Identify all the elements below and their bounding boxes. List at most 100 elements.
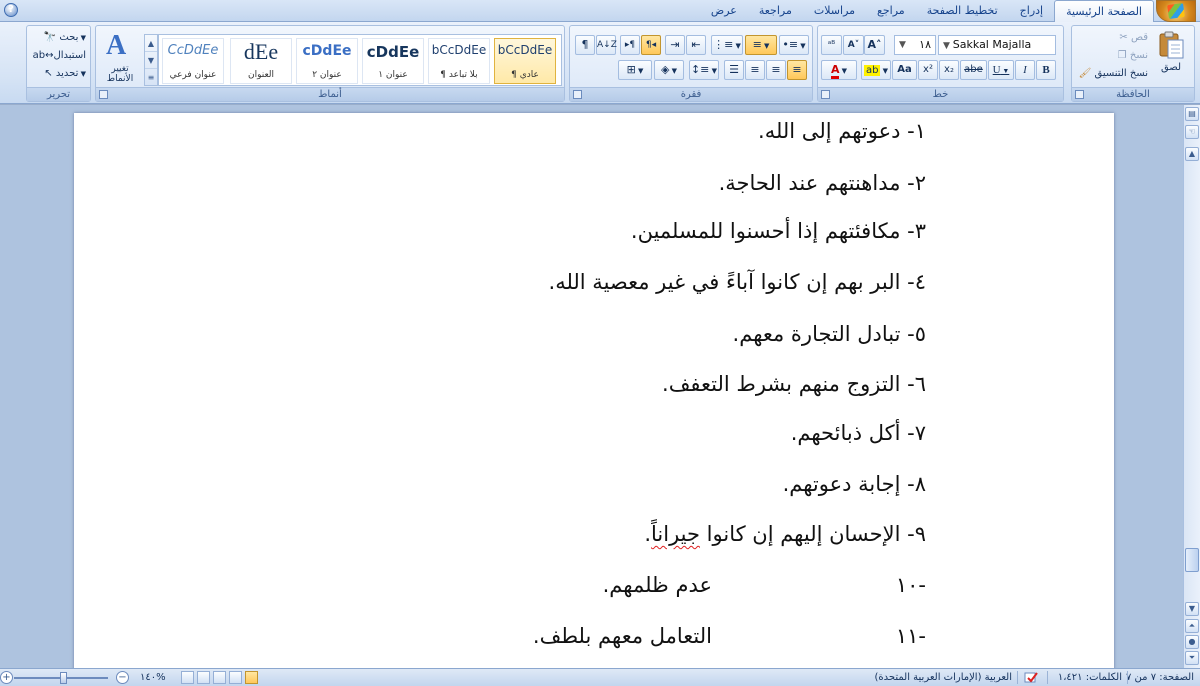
paragraph-dialog-launcher[interactable]: [573, 90, 582, 99]
view-print-layout-icon[interactable]: [245, 671, 258, 684]
underline-button[interactable]: U ▼: [988, 60, 1014, 80]
style-title[interactable]: dEe العنوان: [230, 38, 292, 84]
list-item[interactable]: ٦- التزوج منهم بشرط التعفف.: [662, 372, 926, 396]
font-dialog-launcher[interactable]: [821, 90, 830, 99]
align-right-button[interactable]: ≡: [787, 60, 807, 80]
font-color-button[interactable]: A ▼: [821, 60, 857, 80]
list-item[interactable]: ٢- مداهنتهم عند الحاجة.: [719, 171, 926, 195]
style-subtitle[interactable]: CcDdEe عنوان فرعي: [162, 38, 224, 84]
scroll-up-icon[interactable]: ▲: [1185, 147, 1199, 161]
decrease-indent-button[interactable]: ⇤: [686, 35, 706, 55]
select-browse-object-icon[interactable]: ●: [1185, 635, 1199, 649]
font-size-box[interactable]: ▼ ١٨: [894, 35, 936, 55]
view-draft-icon[interactable]: [181, 671, 194, 684]
tab-page-layout[interactable]: تخطيط الصفحة: [916, 0, 1009, 22]
paintbrush-icon: 🖌: [1078, 68, 1095, 79]
scroll-thumb[interactable]: [1185, 548, 1199, 572]
superscript-button[interactable]: x²: [918, 60, 938, 80]
document-page[interactable]: ١- دعوتهم إلى الله. ٢- مداهنتهم عند الحا…: [74, 113, 1114, 673]
styles-dialog-launcher[interactable]: [99, 90, 108, 99]
zoom-out-icon[interactable]: −: [116, 671, 129, 684]
clear-formatting-button[interactable]: ᵃᴮ: [821, 35, 842, 55]
strikethrough-button[interactable]: abe: [960, 60, 987, 80]
change-case-button[interactable]: Aa: [892, 60, 917, 80]
status-language[interactable]: العربية (الإمارات العربية المتحدة): [875, 669, 1012, 686]
tab-insert[interactable]: إدراج: [1009, 0, 1054, 22]
zoom-in-icon[interactable]: +: [0, 671, 13, 684]
help-icon[interactable]: ?: [4, 3, 18, 17]
shading-button[interactable]: ◈ ▼: [654, 60, 684, 80]
office-button[interactable]: [1156, 0, 1196, 22]
align-center-button[interactable]: ≡: [766, 60, 786, 80]
cut-button[interactable]: ✂ قص: [1119, 30, 1148, 46]
status-page[interactable]: الصفحة: ٧ من ٧: [1126, 669, 1194, 686]
style-no-spacing[interactable]: bCcDdEe ¶ بلا تباعد: [428, 38, 490, 84]
list-item[interactable]: عدم ظلمهم.: [603, 573, 712, 597]
gallery-more-icon[interactable]: ≡: [145, 69, 157, 86]
ltr-button[interactable]: ▸¶: [620, 35, 640, 55]
style-heading-2[interactable]: cDdEe عنوان ٢: [296, 38, 358, 84]
ruler-toggle-icon[interactable]: ▤: [1185, 107, 1199, 121]
list-item[interactable]: ٧- أكل ذبائحهم.: [791, 421, 926, 445]
list-item[interactable]: التعامل معهم بلطف.: [533, 624, 712, 648]
tab-mailings[interactable]: مراسلات: [803, 0, 866, 22]
list-item[interactable]: ٣- مكافئتهم إذا أحسنوا للمسلمين.: [631, 219, 926, 243]
grow-font-button[interactable]: A˄: [864, 35, 885, 55]
borders-button[interactable]: ⊞ ▼: [618, 60, 652, 80]
status-words[interactable]: الكلمات: ١،٤٢١: [1058, 669, 1122, 686]
previous-page-icon[interactable]: ⏶: [1185, 619, 1199, 633]
styles-gallery-scroll[interactable]: ▲ ▼ ≡: [144, 34, 158, 86]
vertical-scrollbar[interactable]: ▤ ☜ ▲ ▼ ⏶ ● ⏷: [1183, 105, 1200, 668]
tab-review[interactable]: مراجعة: [748, 0, 803, 22]
list-item[interactable]: ٨- إجابة دعوتهم.: [783, 472, 926, 496]
list-item[interactable]: ٩- الإحسان إليهم إن كانوا جيراناً.: [644, 522, 926, 546]
scroll-down-icon[interactable]: ▼: [1185, 602, 1199, 616]
format-painter-button[interactable]: 🖌 نسخ التنسيق: [1079, 66, 1148, 82]
bullets-button[interactable]: •≡ ▼: [779, 35, 809, 55]
sort-button[interactable]: A↓Z: [596, 35, 617, 55]
tab-home[interactable]: الصفحة الرئيسية: [1054, 0, 1154, 23]
style-normal[interactable]: bCcDdEe ¶ عادي: [494, 38, 556, 84]
copy-button[interactable]: ❐ نسخ: [1118, 48, 1148, 64]
align-left-button[interactable]: ≡: [745, 60, 765, 80]
gallery-up-icon[interactable]: ▲: [145, 35, 157, 52]
tab-view[interactable]: عرض: [700, 0, 748, 22]
proofing-icon[interactable]: [1024, 671, 1038, 684]
change-styles-button[interactable]: A تغيير الأنماط: [100, 30, 140, 86]
style-heading-1[interactable]: cDdEe عنوان ١: [362, 38, 424, 84]
shrink-font-button[interactable]: A˅: [843, 35, 864, 55]
highlight-button[interactable]: ab ▼: [861, 60, 891, 80]
scissors-icon: ✂: [1119, 32, 1131, 43]
increase-indent-button[interactable]: ⇥: [665, 35, 685, 55]
clipboard-dialog-launcher[interactable]: [1075, 90, 1084, 99]
hand-icon[interactable]: ☜: [1185, 125, 1199, 139]
numbering-button[interactable]: ≡ ▼: [745, 35, 777, 55]
italic-button[interactable]: I: [1015, 60, 1035, 80]
list-item[interactable]: ٤- البر بهم إن كانوا آباءً في غير معصية …: [549, 270, 926, 294]
rtl-button[interactable]: ¶◂: [641, 35, 661, 55]
font-name-box[interactable]: ▼ Sakkal Majalla: [938, 35, 1056, 55]
find-button[interactable]: 🔭 بحث ▼: [44, 30, 86, 46]
next-page-icon[interactable]: ⏷: [1185, 651, 1199, 665]
select-button[interactable]: ↖ تحديد ▼: [44, 66, 86, 82]
view-full-screen-icon[interactable]: [229, 671, 242, 684]
multilevel-list-button[interactable]: ⋮≡ ▼: [711, 35, 743, 55]
list-item[interactable]: ٥- تبادل التجارة معهم.: [733, 322, 926, 346]
zoom-level[interactable]: ١٤٠%: [140, 669, 166, 686]
view-outline-icon[interactable]: [197, 671, 210, 684]
list-item[interactable]: ١- دعوتهم إلى الله.: [758, 119, 926, 143]
line-spacing-button[interactable]: ↕≡ ▼: [689, 60, 719, 80]
tab-references[interactable]: مراجع: [866, 0, 916, 22]
replace-button[interactable]: ab↔استبدال: [33, 48, 86, 64]
view-web-layout-icon[interactable]: [213, 671, 226, 684]
zoom-slider[interactable]: [0, 669, 112, 686]
misspelled-word[interactable]: جيراناً: [651, 522, 700, 546]
style-name: عنوان ١: [378, 70, 408, 80]
paste-button[interactable]: لصق: [1154, 30, 1188, 74]
zoom-thumb[interactable]: [60, 672, 67, 684]
bold-button[interactable]: B: [1036, 60, 1056, 80]
show-formatting-button[interactable]: ¶: [575, 35, 595, 55]
subscript-button[interactable]: x₂: [939, 60, 959, 80]
gallery-down-icon[interactable]: ▼: [145, 52, 157, 69]
justify-button[interactable]: ☰: [724, 60, 744, 80]
